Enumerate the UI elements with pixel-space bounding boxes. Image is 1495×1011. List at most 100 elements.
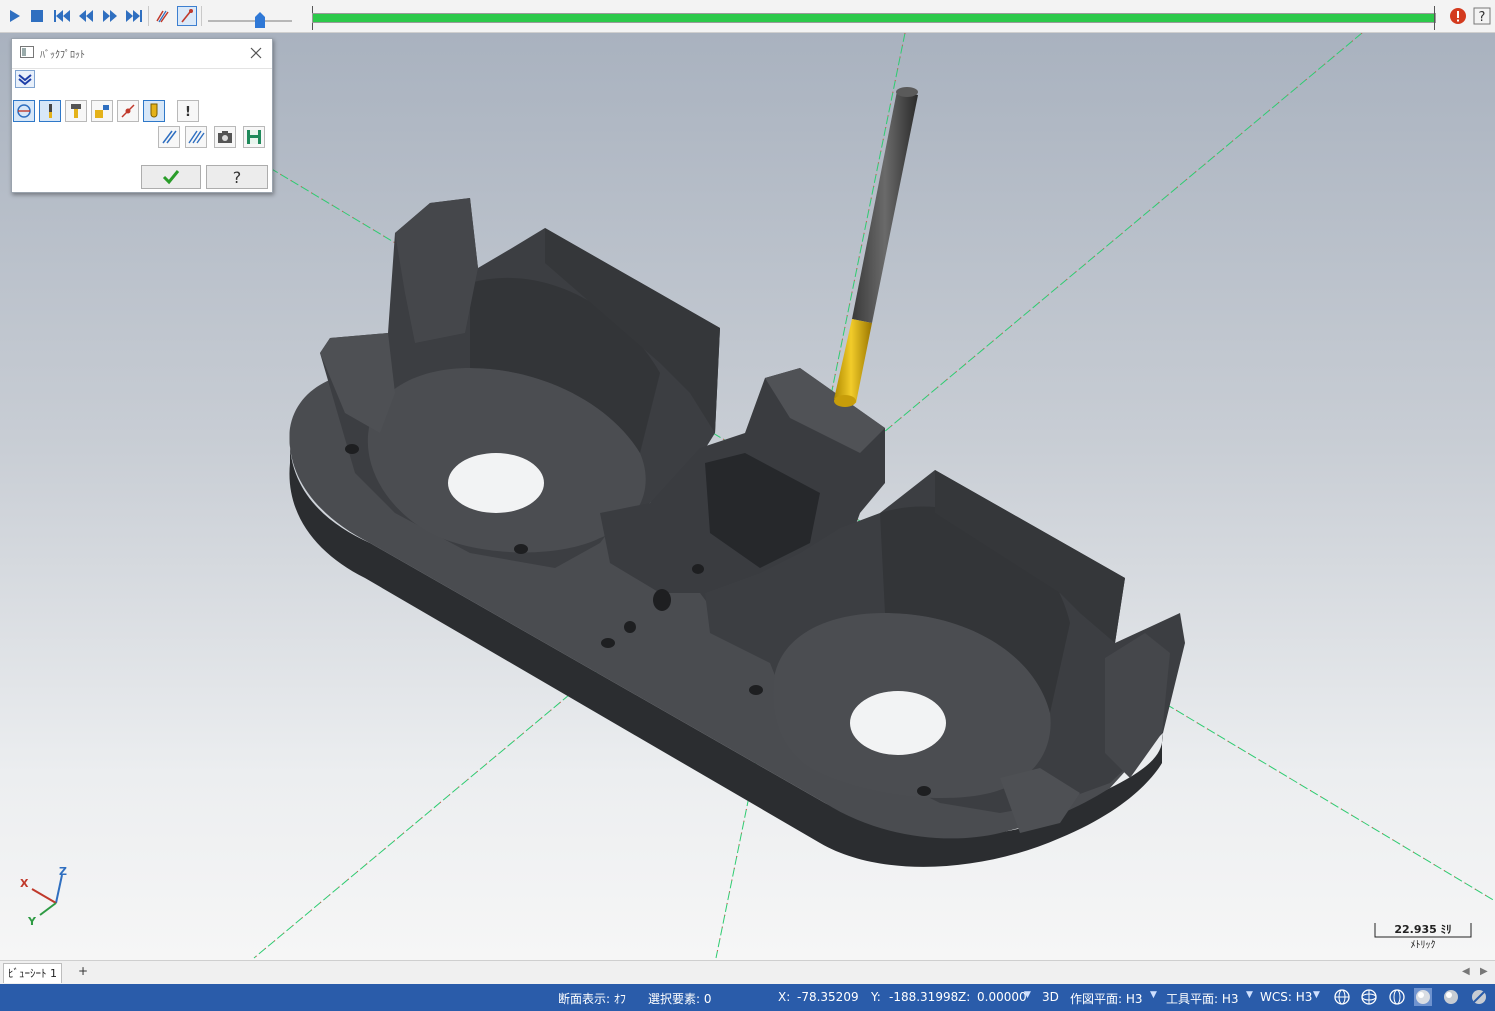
y-coord-value[interactable]: -188.31998 [889, 990, 958, 1004]
checkmark-icon [162, 170, 180, 185]
shaded-edges-icon[interactable] [1442, 988, 1460, 1006]
clear-all-button[interactable] [185, 126, 207, 148]
wcs-dropdown-icon[interactable]: ▼ [1313, 990, 1320, 1000]
screenshot-button[interactable] [214, 126, 236, 148]
x-coord-label: X: [778, 990, 791, 1004]
status-bar: 断面表示: ｵﾌ 選択要素: 0 X: -78.35209 Y: -188.31… [0, 984, 1495, 1011]
save-icon [247, 130, 261, 144]
scale-bar: 22.935 ﾐﾘ ﾒﾄﾘｯｸ [1373, 917, 1473, 951]
display-shape-icon [150, 103, 158, 118]
question-icon: ? [1473, 7, 1491, 25]
selected-entities-status[interactable]: 選択要素: 0 [648, 990, 712, 1007]
shaded-view-icon[interactable] [1414, 988, 1432, 1006]
step-forward-icon [103, 10, 117, 22]
close-icon[interactable] [247, 44, 265, 62]
toolpath-trace-button[interactable] [153, 6, 173, 26]
stop-condition-button[interactable] [1448, 6, 1468, 26]
tplane-dropdown-icon[interactable]: ▼ [1246, 990, 1253, 1000]
skip-to-end-button[interactable] [124, 6, 144, 26]
progress-end-marker [1434, 6, 1435, 30]
skip-to-end-icon [126, 10, 142, 22]
globe-wireframe-icon[interactable] [1360, 988, 1378, 1006]
translucency-icon[interactable] [1470, 988, 1488, 1006]
part-left-bore [448, 453, 544, 513]
scale-unit: ﾒﾄﾘｯｸ [1410, 940, 1436, 951]
play-icon [10, 10, 20, 22]
globe-hidden-icon[interactable] [1388, 988, 1406, 1006]
display-holder-icon [71, 104, 81, 118]
view-axis-triad: Z X Y [20, 865, 67, 927]
toolpath-trace-icon [156, 10, 169, 23]
skip-to-start-icon [54, 10, 70, 22]
svg-text:!: ! [185, 105, 191, 120]
view-sheet-tabs: ﾋﾞｭｰｼｰﾄ 1 + ◀ ▶ [0, 960, 1495, 985]
step-back-icon [79, 10, 93, 22]
clear-all-icon [188, 130, 205, 144]
wcs-status[interactable]: WCS: H3 [1260, 990, 1312, 1004]
ok-button[interactable] [141, 165, 201, 189]
display-entry-exit-icon [121, 104, 135, 118]
tool-display-button[interactable] [177, 6, 197, 26]
display-tool-icon [49, 104, 52, 118]
question-icon: ? [233, 168, 242, 186]
speed-slider-thumb[interactable] [255, 12, 266, 28]
help-button[interactable]: ? [1472, 6, 1492, 26]
tool-plane-status[interactable]: 工具平面: H3 [1166, 990, 1239, 1007]
x-coord-value[interactable]: -78.35209 [797, 990, 859, 1004]
svg-text:?: ? [233, 168, 242, 186]
stop-icon [31, 10, 43, 22]
tool-flute [834, 319, 872, 403]
info-icon: ! [185, 105, 191, 120]
dialog-app-icon [20, 46, 34, 58]
add-sheet-button[interactable]: + [78, 964, 88, 978]
z-coord-label: Z: [958, 990, 971, 1004]
section-view-status[interactable]: 断面表示: ｵﾌ [558, 990, 626, 1007]
tool-display-icon [181, 9, 193, 23]
tool-shank [852, 91, 918, 323]
speed-slider-track[interactable] [208, 20, 292, 22]
globe-view-icon[interactable] [1333, 988, 1351, 1006]
clear-toolpath-icon [162, 130, 177, 144]
y-coord-label: Y: [871, 990, 881, 1004]
axis-y-label: Y [27, 915, 37, 927]
display-toolpath-icon [17, 104, 31, 118]
skip-to-start-button[interactable] [52, 6, 72, 26]
simulation-progress-bar[interactable] [312, 13, 1436, 23]
cutting-tool [834, 87, 918, 407]
simulation-toolbar: ? [0, 0, 1495, 33]
part-right-bore [850, 691, 946, 755]
clear-toolpath-button[interactable] [158, 126, 180, 148]
display-holder-button[interactable] [65, 100, 87, 122]
tab-scroll-right-icon[interactable]: ▶ [1480, 966, 1488, 977]
tab-view-sheet-1[interactable]: ﾋﾞｭｰｼｰﾄ 1 [3, 963, 62, 983]
play-button[interactable] [4, 6, 24, 26]
display-shape-button[interactable] [143, 100, 165, 122]
display-toolpath-button[interactable] [13, 100, 35, 122]
tab-scroll-left-icon[interactable]: ◀ [1462, 966, 1470, 977]
step-forward-button[interactable] [100, 6, 120, 26]
stop-button[interactable] [27, 6, 47, 26]
z-coord-value[interactable]: 0.00000 [977, 990, 1027, 1004]
display-tool-button[interactable] [39, 100, 61, 122]
svg-text:?: ? [1479, 10, 1486, 25]
machined-part [289, 198, 1185, 867]
view-mode-toggle[interactable]: 3D [1042, 990, 1059, 1004]
dialog-title: ﾊﾞｯｸﾌﾟﾛｯﾄ [40, 50, 85, 61]
alert-icon [1450, 8, 1466, 24]
expand-icon[interactable] [15, 70, 35, 88]
display-rapid-icon [95, 105, 109, 118]
backplot-dialog: ﾊﾞｯｸﾌﾟﾛｯﾄ ! ? [11, 38, 273, 193]
construction-plane-status[interactable]: 作図平面: H3 [1070, 990, 1143, 1007]
save-button[interactable] [243, 126, 265, 148]
z-depth-dropdown-icon[interactable]: ▼ [1024, 990, 1031, 1000]
help-dialog-button[interactable]: ? [206, 165, 268, 189]
simulation-progress-fill [313, 14, 1435, 22]
display-entry-exit-button[interactable] [117, 100, 139, 122]
axis-x-label: X [20, 877, 29, 890]
info-button[interactable]: ! [177, 100, 199, 122]
screenshot-icon [218, 131, 232, 143]
cplane-dropdown-icon[interactable]: ▼ [1150, 990, 1157, 1000]
axis-z-label: Z [59, 865, 67, 878]
step-back-button[interactable] [76, 6, 96, 26]
display-rapid-button[interactable] [91, 100, 113, 122]
